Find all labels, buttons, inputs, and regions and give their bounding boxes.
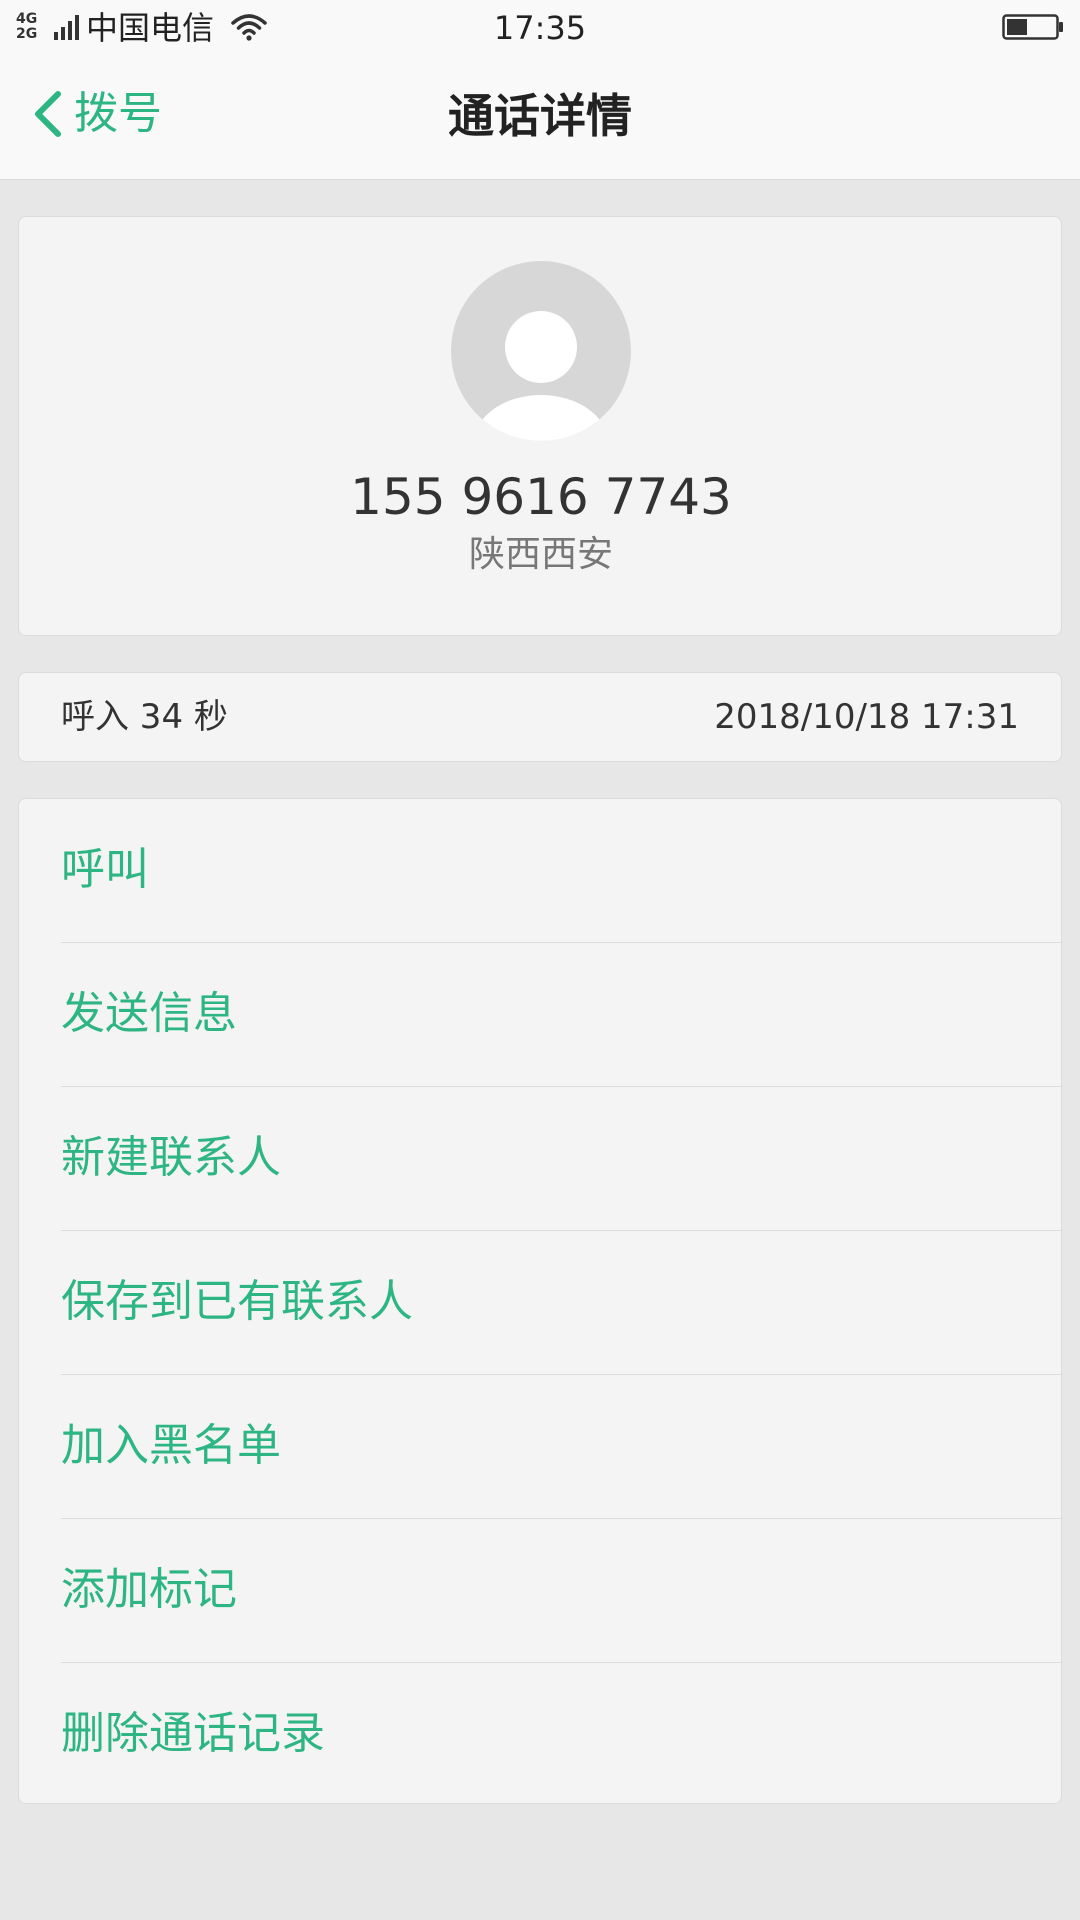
delete-call-log-button[interactable]: 删除通话记录: [19, 1663, 1061, 1803]
action-label: 删除通话记录: [61, 1708, 325, 1759]
phone-number: 155 9616 7743: [350, 468, 732, 526]
page-title: 通话详情: [448, 89, 632, 143]
battery-icon: [1002, 14, 1063, 40]
save-to-existing-contact-button[interactable]: 保存到已有联系人: [19, 1231, 1061, 1375]
call-button[interactable]: 呼叫: [19, 799, 1061, 943]
contact-card: 155 9616 7743 陕西西安: [18, 216, 1062, 636]
status-bar: 4G 2G 中国电信 17:35: [0, 0, 1080, 56]
action-label: 发送信息: [61, 988, 237, 1039]
status-time: 17:35: [493, 9, 587, 47]
call-record-card: 呼入 34 秒 2018/10/18 17:31: [18, 672, 1062, 762]
action-label: 呼叫: [61, 844, 149, 895]
add-to-blacklist-button[interactable]: 加入黑名单: [19, 1375, 1061, 1519]
app-header: 拨号 通话详情: [0, 56, 1080, 180]
action-label: 加入黑名单: [61, 1420, 281, 1471]
new-contact-button[interactable]: 新建联系人: [19, 1087, 1061, 1231]
phone-location: 陕西西安: [468, 534, 613, 575]
action-label: 保存到已有联系人: [61, 1276, 413, 1327]
avatar-head: [505, 311, 577, 383]
add-tag-button[interactable]: 添加标记: [19, 1519, 1061, 1663]
action-label: 新建联系人: [61, 1132, 281, 1183]
action-label: 添加标记: [61, 1564, 237, 1615]
avatar-body: [473, 395, 609, 441]
actions-list: 呼叫 发送信息 新建联系人 保存到已有联系人 加入黑名单 添加标记 删除通话记录: [18, 798, 1062, 1804]
call-datetime: 2018/10/18 17:31: [714, 697, 1019, 737]
send-message-button[interactable]: 发送信息: [19, 943, 1061, 1087]
call-type-duration: 呼入 34 秒: [61, 697, 228, 737]
default-avatar-icon[interactable]: [451, 261, 631, 441]
